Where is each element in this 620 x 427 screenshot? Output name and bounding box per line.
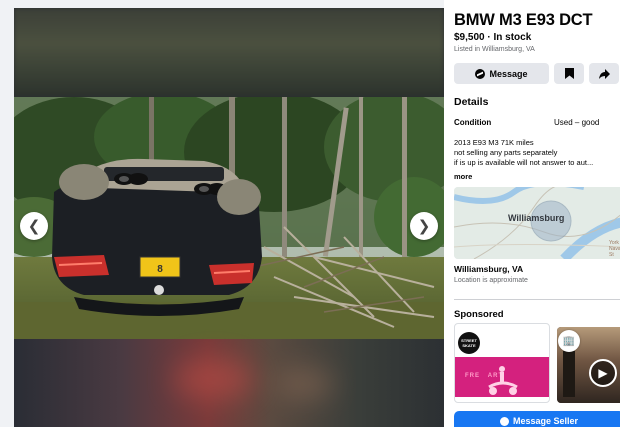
listing-photo[interactable]: 8 [14,97,444,339]
marketplace-listing-page: 8 ❮ ❯ BMW M3 E93 DCT $9,500 · In stock L… [0,0,620,427]
next-photo-button[interactable]: ❯ [410,212,438,240]
blurred-background-bottom [14,339,444,427]
message-button[interactable]: Message [454,63,549,84]
see-more-link[interactable]: more [454,172,620,181]
blurred-background-top [14,8,444,97]
sponsored-heading: Sponsored [454,309,504,320]
message-seller-label: Message Seller [512,416,579,426]
sponsored-ad-card[interactable]: STREET SKATE FRE ART [454,323,550,403]
advertiser-logo: STREET SKATE [458,332,480,354]
photo-viewer: 8 [14,8,444,427]
listing-details-panel: BMW M3 E93 DCT $9,500 · In stock Listed … [444,0,620,427]
bookmark-icon [564,68,574,79]
save-button[interactable] [554,63,584,84]
previous-photo-button[interactable]: ❮ [20,212,48,240]
overturned-car-photo: 8 [14,97,444,339]
scooter-illustration [488,366,518,395]
map-corner-label: York Naval Wea St [609,240,620,258]
ad-image: FRE ART [455,357,549,397]
description-line: not selling any parts separately [454,148,558,157]
advertiser-badge-icon: 🏢 [558,330,580,352]
listing-description: 2013 E93 M3 71K miles not selling any pa… [454,138,620,168]
section-divider [454,299,620,300]
listing-location-line: Listed in Williamsburg, VA [454,46,535,53]
listing-price-status: $9,500 · In stock [454,32,532,43]
map-city-label: Williamsburg [508,213,565,223]
share-button[interactable] [589,63,619,84]
messenger-icon [475,68,486,79]
listing-title: BMW M3 E93 DCT [454,11,593,29]
license-plate-text: 8 [157,264,163,275]
action-button-row: Message [454,63,620,84]
description-line: 2013 E93 M3 71K miles [454,138,534,147]
description-line: if is up is available will not answer to… [454,158,594,167]
share-icon [598,68,610,79]
location-subtitle: Location is approximate [454,277,528,284]
map-graphic [454,187,620,259]
details-heading: Details [454,96,489,108]
play-icon[interactable]: ▶ [589,359,617,387]
condition-value: Used – good [554,118,600,127]
location-title: Williamsburg, VA [454,264,524,274]
message-button-label: Message [489,68,528,79]
messenger-icon [499,417,509,426]
location-map[interactable]: Williamsburg York Naval Wea St [454,187,620,259]
message-seller-button[interactable]: Message Seller [454,411,620,427]
left-gutter [0,0,14,427]
chevron-left-icon: ❮ [27,217,41,235]
chevron-right-icon: ❯ [417,217,431,235]
